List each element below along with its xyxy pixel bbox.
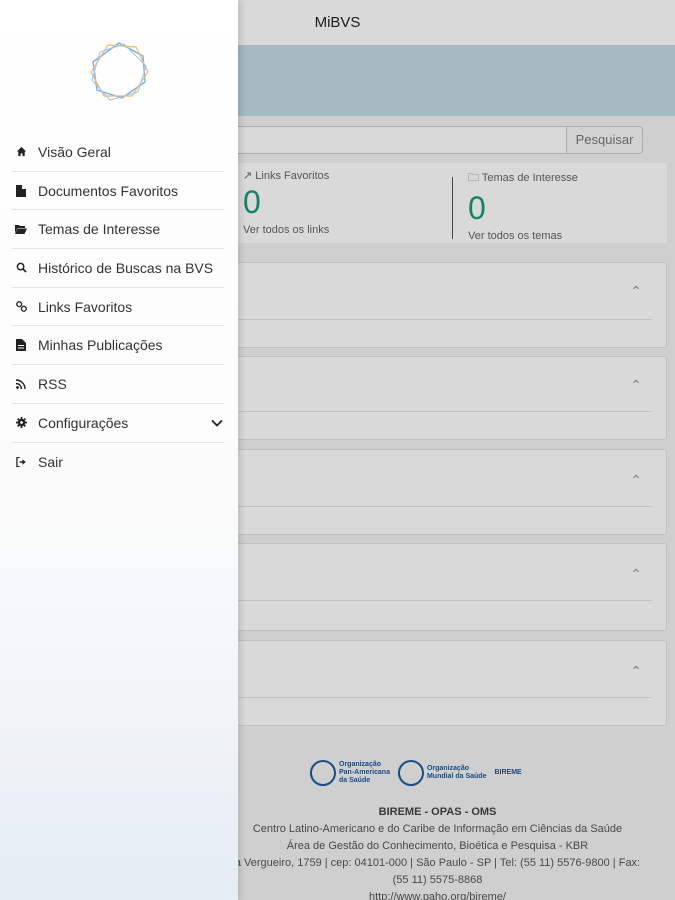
menu-item-visao-geral[interactable]: Visão Geral — [12, 133, 224, 172]
navigation-drawer: Visão Geral Documentos Favoritos Temas d… — [0, 0, 238, 900]
menu-item-configuracoes[interactable]: Configurações — [12, 404, 224, 443]
menu-item-minhas-publicacoes[interactable]: Minhas Publicações — [12, 326, 224, 366]
menu-item-sair[interactable]: Sair — [12, 443, 224, 482]
menu-item-links-favoritos[interactable]: Links Favoritos — [12, 288, 224, 327]
document-icon — [14, 184, 28, 198]
file-icon — [14, 338, 28, 352]
menu-item-rss[interactable]: RSS — [12, 365, 224, 404]
app-logo — [90, 42, 149, 101]
home-icon — [14, 145, 28, 159]
menu-item-historico-buscas[interactable]: Histórico de Buscas na BVS — [12, 249, 224, 288]
sign-out-icon — [14, 455, 28, 469]
folder-open-icon — [14, 222, 28, 236]
link-icon — [14, 300, 28, 314]
menu-item-documentos-favoritos[interactable]: Documentos Favoritos — [12, 172, 224, 211]
search-icon — [14, 261, 28, 275]
drawer-menu: Visão Geral Documentos Favoritos Temas d… — [12, 133, 224, 481]
gear-icon — [14, 416, 28, 430]
rss-icon — [14, 377, 28, 391]
menu-item-temas-de-interesse[interactable]: Temas de Interesse — [12, 210, 224, 250]
chevron-down-icon[interactable] — [210, 416, 224, 430]
